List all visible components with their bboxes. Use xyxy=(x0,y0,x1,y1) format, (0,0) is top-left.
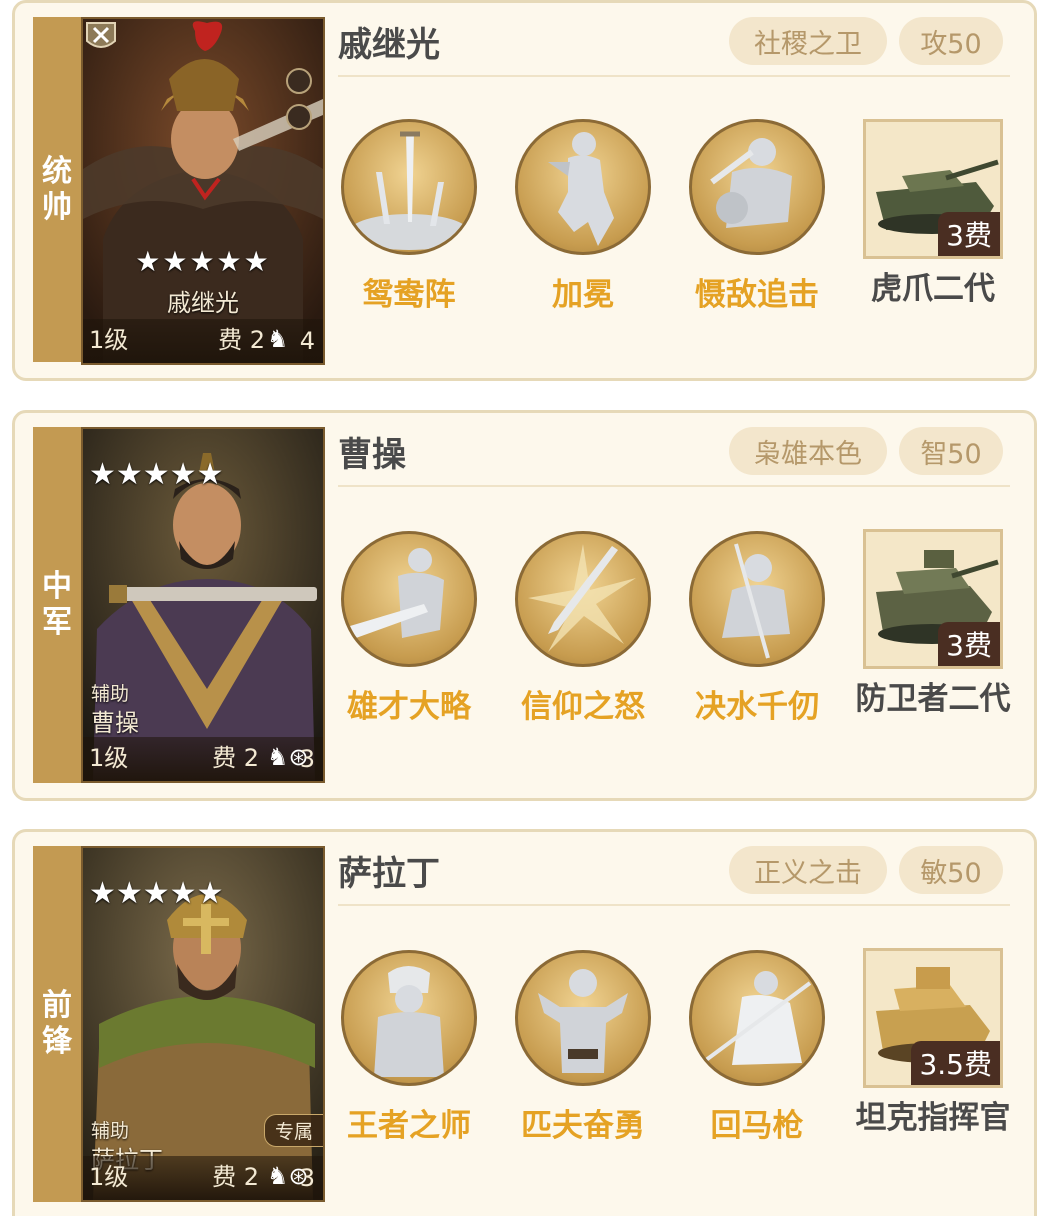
cost-label: 费 2 xyxy=(212,1163,259,1191)
horse-wheel-icon: ♞⊛ xyxy=(267,743,309,771)
skill-name: 信仰之怒 xyxy=(521,689,645,725)
skill-sword-warrior-icon xyxy=(341,531,477,667)
star-rating: ★★★★★ xyxy=(89,455,223,494)
tank-icon: 3费 xyxy=(863,529,1003,669)
portrait-name: 戚继光 xyxy=(167,289,239,317)
skill-1[interactable]: 雄才大略 xyxy=(339,531,479,726)
skill-name: 鸳鸯阵 xyxy=(362,277,456,313)
skill-name: 匹夫奋勇 xyxy=(521,1108,645,1144)
horse-wheel-icon: ♞⊛ xyxy=(267,1162,309,1190)
skill-2[interactable]: 匹夫奋勇 xyxy=(513,950,653,1145)
tank-icon: 3.5费 xyxy=(863,948,1003,1088)
stat-tag[interactable]: 敏50 xyxy=(899,846,1003,894)
aux-label: 辅助 xyxy=(91,1120,130,1142)
divider xyxy=(338,485,1010,487)
skill-3[interactable]: 决水千仞 xyxy=(687,531,827,726)
skill-flex-icon xyxy=(515,950,651,1086)
portrait-name: 曹操 xyxy=(91,709,139,737)
skill-1[interactable]: 鸳鸯阵 xyxy=(339,119,479,314)
level-label: 1级 xyxy=(89,326,129,354)
unit-name: 坦克指挥官 xyxy=(855,1100,1011,1136)
divider xyxy=(338,75,1010,77)
general-name: 曹操 xyxy=(338,435,406,475)
tank-icon: 3费 xyxy=(863,119,1003,259)
unit-name: 虎爪二代 xyxy=(871,271,995,307)
general-card-3: 前锋 ★★★★★ 专属 辅助 萨拉丁 1级 费 2 ♞⊛ 3 萨拉丁 正义之击 … xyxy=(12,829,1037,1216)
level-label: 1级 xyxy=(89,1163,129,1191)
general-name: 萨拉丁 xyxy=(338,854,440,894)
stat-tag[interactable]: 智50 xyxy=(899,427,1003,475)
unit-cost: 3费 xyxy=(938,212,1000,256)
troop-count: 3 xyxy=(299,1164,315,1192)
unit-2[interactable]: 3费 防卫者二代 xyxy=(853,529,1013,719)
general-card-2: 中军 ★★★★★ 辅助 曹操 1级 费 2 ♞⊛ 3 曹操 枭雄本色 智50 xyxy=(12,410,1037,801)
skill-leap-icon xyxy=(515,119,651,255)
skill-1[interactable]: 王者之师 xyxy=(339,950,479,1145)
troop-count: 3 xyxy=(299,745,315,773)
skill-name: 加冕 xyxy=(552,277,614,313)
star-rating: ★★★★★ xyxy=(89,874,223,913)
skill-2[interactable]: 加冕 xyxy=(513,119,653,314)
skill-name: 回马枪 xyxy=(710,1108,804,1144)
aux-label: 辅助 xyxy=(91,683,130,705)
unit-name: 防卫者二代 xyxy=(855,681,1011,717)
skill-name: 王者之师 xyxy=(347,1108,471,1144)
unit-1[interactable]: 3费 虎爪二代 xyxy=(853,119,1013,309)
horse-icon: ♞ xyxy=(267,325,289,353)
star-rating: ★★★★★ xyxy=(135,245,271,278)
skill-name: 慑敌追击 xyxy=(695,277,819,313)
cost-label: 费 2 xyxy=(218,326,265,354)
unit-3[interactable]: 3.5费 坦克指挥官 xyxy=(853,948,1013,1138)
skill-3[interactable]: 慑敌追击 xyxy=(687,119,827,314)
skill-name: 雄才大略 xyxy=(347,689,471,725)
unit-cost: 3费 xyxy=(938,622,1000,666)
role-label: 中军 xyxy=(33,427,81,783)
cost-label: 费 2 xyxy=(212,744,259,772)
skill-3[interactable]: 回马枪 xyxy=(687,950,827,1145)
role-label: 统帅 xyxy=(33,17,81,362)
stat-tag[interactable]: 攻50 xyxy=(899,17,1003,65)
general-portrait[interactable]: ★★★★★ 辅助 曹操 1级 费 2 ♞⊛ 3 xyxy=(81,427,325,783)
skill-name: 决水千仞 xyxy=(695,689,819,725)
trait-tag[interactable]: 社稷之卫 xyxy=(729,17,887,65)
role-label: 前锋 xyxy=(33,846,81,1202)
general-portrait[interactable]: ★★★★★ 戚继光 1级 费 2 ♞ 4 xyxy=(81,17,325,365)
trait-tag[interactable]: 枭雄本色 xyxy=(729,427,887,475)
trait-tag[interactable]: 正义之击 xyxy=(729,846,887,894)
general-name: 戚继光 xyxy=(338,25,440,65)
general-card-1: 统帅 ★★★★★ 戚继光 1级 费 2 ♞ 4 戚继光 社稷之卫 攻50 鸳鸯阵… xyxy=(12,0,1037,381)
skill-burst-blade-icon xyxy=(515,531,651,667)
level-label: 1级 xyxy=(89,744,129,772)
skill-2[interactable]: 信仰之怒 xyxy=(513,531,653,726)
divider xyxy=(338,904,1010,906)
general-portrait[interactable]: ★★★★★ 专属 辅助 萨拉丁 1级 费 2 ♞⊛ 3 xyxy=(81,846,325,1202)
skill-charge-icon xyxy=(689,119,825,255)
unit-cost: 3.5费 xyxy=(911,1041,1000,1085)
skill-swords-icon xyxy=(341,119,477,255)
skill-king-icon xyxy=(341,950,477,1086)
skill-spear-rider-icon xyxy=(689,950,825,1086)
troop-count: 4 xyxy=(299,327,315,355)
exclusive-badge: 专属 xyxy=(263,1114,323,1147)
skill-kneeling-warrior-icon xyxy=(689,531,825,667)
